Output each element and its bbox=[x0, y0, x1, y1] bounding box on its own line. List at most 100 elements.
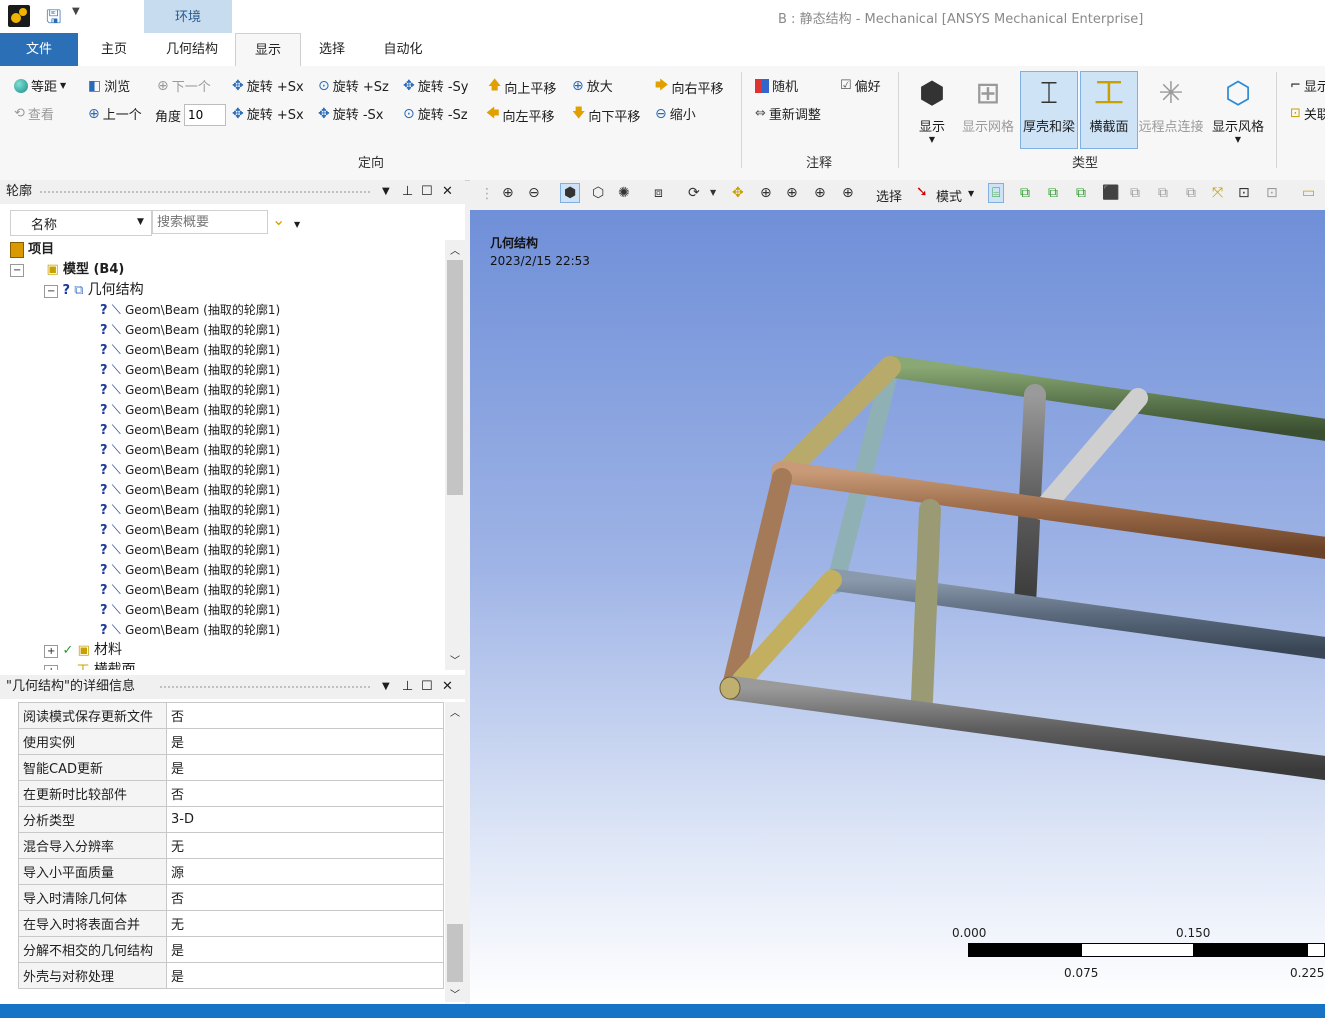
section-icon[interactable]: ⧈ bbox=[654, 185, 663, 201]
beam-member[interactable] bbox=[824, 569, 1325, 660]
tree-item-model[interactable]: − ▣ 模型 (B4) bbox=[10, 260, 124, 280]
window-icon[interactable]: ▭ bbox=[1302, 185, 1315, 201]
zoom-box-icon[interactable]: ⊖ bbox=[528, 185, 540, 201]
wire-cube-icon[interactable]: ⬡ bbox=[592, 185, 604, 201]
view-button[interactable]: ⟲ 查看 bbox=[14, 104, 54, 123]
tree-item-beam[interactable]: ? ⟍ Geom\Beam (抽取的轮廓1) bbox=[100, 320, 280, 340]
graphics-viewport[interactable]: 几何结构 2023/2/15 22:53 0.000 0.150 0.075 0… bbox=[470, 210, 1325, 1004]
tree-item-beam[interactable]: ? ⟍ Geom\Beam (抽取的轮廓1) bbox=[100, 460, 280, 480]
random-colors-button[interactable]: 随机 bbox=[755, 76, 798, 95]
maximize-icon[interactable]: ☐ bbox=[421, 180, 433, 204]
tree-item-beam[interactable]: ? ⟍ Geom\Beam (抽取的轮廓1) bbox=[100, 500, 280, 520]
tab-display[interactable]: 显示 bbox=[235, 33, 301, 68]
tree-item-beam[interactable]: ? ⟍ Geom\Beam (抽取的轮廓1) bbox=[100, 600, 280, 620]
zoom-to-fit-icon[interactable]: ⊕ bbox=[502, 185, 514, 201]
details-row[interactable]: 导入时清除几何体否 bbox=[18, 884, 444, 911]
tree-item-beam[interactable]: ? ⟍ Geom\Beam (抽取的轮廓1) bbox=[100, 380, 280, 400]
details-value[interactable]: 否 bbox=[166, 884, 444, 911]
close-icon[interactable]: ✕ bbox=[442, 180, 453, 204]
details-value[interactable]: 是 bbox=[166, 962, 444, 989]
details-row[interactable]: 智能CAD更新是 bbox=[18, 754, 444, 781]
tree-item-beam[interactable]: ? ⟍ Geom\Beam (抽取的轮廓1) bbox=[100, 540, 280, 560]
details-value[interactable]: 源 bbox=[166, 858, 444, 885]
pan-icon[interactable]: ✥ bbox=[732, 185, 744, 201]
context-tab-environment[interactable]: 环境 bbox=[144, 0, 232, 33]
details-scroll-thumb[interactable] bbox=[447, 924, 463, 982]
collapse-icon[interactable]: − bbox=[44, 285, 59, 298]
tree-item-beam[interactable]: ? ⟍ Geom\Beam (抽取的轮廓1) bbox=[100, 620, 280, 640]
magnifier-icon[interactable]: ⊕ bbox=[842, 185, 854, 201]
outline-scrollbar[interactable]: ︿ ﹀ bbox=[445, 240, 465, 670]
details-row[interactable]: 使用实例是 bbox=[18, 728, 444, 755]
details-value[interactable]: 无 bbox=[166, 910, 444, 937]
chevron-down-icon[interactable]: ▼ bbox=[968, 189, 974, 198]
details-value[interactable]: 否 bbox=[166, 702, 444, 729]
pin-icon[interactable]: ⊥ bbox=[402, 180, 413, 204]
pan-right-button[interactable]: 🡆 向右平移 bbox=[655, 76, 723, 98]
rotate-pos-sx-button[interactable]: ✥ 旋转 +Sx bbox=[232, 76, 304, 96]
details-row[interactable]: 分析类型 3-D bbox=[18, 806, 444, 833]
annotation-icon[interactable]: ⊡ bbox=[1266, 185, 1278, 201]
select-face-icon[interactable]: ⧉ bbox=[1048, 185, 1058, 201]
details-value[interactable]: 3-D bbox=[166, 806, 444, 833]
expand-icon[interactable]: + bbox=[44, 665, 59, 670]
thick-shell-beam-button[interactable]: ⌶ 厚壳和梁 bbox=[1020, 71, 1078, 149]
tree-item-beam[interactable]: ? ⟍ Geom\Beam (抽取的轮廓1) bbox=[100, 520, 280, 540]
remote-point-button[interactable]: ✳ 远程点连接 bbox=[1138, 72, 1204, 148]
tab-geometry[interactable]: 几何结构 bbox=[152, 33, 232, 66]
shaded-cube-icon[interactable]: ⬢ bbox=[560, 183, 581, 203]
mode-dropdown[interactable]: 模式 bbox=[936, 186, 962, 205]
menu-file[interactable]: 文件 bbox=[0, 33, 78, 66]
box-zoom-icon[interactable]: ⊕ bbox=[786, 185, 798, 201]
scroll-up-icon[interactable]: ︿ bbox=[450, 242, 460, 257]
zoom-out-button[interactable]: ⊖ 缩小 bbox=[655, 104, 696, 124]
tree-item-beam[interactable]: ? ⟍ Geom\Beam (抽取的轮廓1) bbox=[100, 480, 280, 500]
tree-item-geometry[interactable]: − ? ⧉ 几何结构 bbox=[44, 280, 144, 300]
previous-view-button[interactable]: ⊕ 上一个 bbox=[88, 104, 142, 124]
tab-home[interactable]: 主页 bbox=[88, 33, 140, 66]
details-row[interactable]: 阅读模式保存更新文件否 bbox=[18, 702, 444, 729]
details-row[interactable]: 导入小平面质量源 bbox=[18, 858, 444, 885]
zoom-in-button[interactable]: ⊕ 放大 bbox=[572, 76, 613, 96]
select-element-icon[interactable]: ⧉ bbox=[1130, 185, 1140, 201]
close-icon[interactable]: ✕ bbox=[442, 675, 453, 699]
beam-member[interactable] bbox=[911, 499, 941, 711]
zoom-icon[interactable]: ⊕ bbox=[760, 185, 772, 201]
rotate-pos-sx-2-button[interactable]: ✥ 旋转 +Sx bbox=[232, 104, 304, 124]
chevron-down-icon[interactable]: ▼ bbox=[294, 220, 300, 229]
display-style-button[interactable]: ⬡ 显示风格 ▼ bbox=[1210, 72, 1266, 148]
pin-icon[interactable]: ⊥ bbox=[402, 675, 413, 699]
scroll-down-icon[interactable]: ﹀ bbox=[450, 986, 460, 1001]
maximize-icon[interactable]: ☐ bbox=[421, 675, 433, 699]
select-mesh-icon[interactable]: ⧉ bbox=[1186, 185, 1196, 201]
tree-item-cross-sections[interactable]: + 工 横截面 bbox=[44, 660, 136, 670]
label-icon[interactable]: ⊡ bbox=[1238, 185, 1250, 201]
filter-select[interactable]: 名称 ▼ bbox=[10, 210, 152, 236]
select-element-face-icon[interactable]: ⧉ bbox=[1158, 185, 1168, 201]
fit-icon[interactable]: ⊕ bbox=[814, 185, 826, 201]
tree-item-beam[interactable]: ? ⟍ Geom\Beam (抽取的轮廓1) bbox=[100, 340, 280, 360]
details-value[interactable]: 是 bbox=[166, 754, 444, 781]
rotate-view-icon[interactable]: ⟳ bbox=[688, 185, 700, 201]
tree-item-project[interactable]: 项目 bbox=[10, 240, 54, 260]
tree-item-beam[interactable]: ? ⟍ Geom\Beam (抽取的轮廓1) bbox=[100, 300, 280, 320]
tab-automation[interactable]: 自动化 bbox=[370, 33, 436, 66]
related-button[interactable]: ⊡ 关联 bbox=[1290, 104, 1325, 123]
outline-scroll-thumb[interactable] bbox=[447, 260, 463, 495]
isometric-button[interactable]: 等距 ▼ bbox=[14, 76, 66, 95]
rotate-neg-sy-button[interactable]: ✥ 旋转 -Sy bbox=[403, 76, 469, 96]
tab-select[interactable]: 选择 bbox=[306, 33, 358, 66]
panel-menu-icon[interactable]: ▼ bbox=[382, 180, 390, 204]
scroll-up-icon[interactable]: ︿ bbox=[450, 704, 460, 719]
display-button[interactable]: ⬢ 显示 ▼ bbox=[904, 72, 960, 148]
save-icon[interactable]: 🖫 bbox=[46, 5, 61, 35]
details-row[interactable]: 外壳与对称处理是 bbox=[18, 962, 444, 989]
expand-icon[interactable]: + bbox=[44, 645, 59, 658]
details-scrollbar[interactable]: ︿ ﹀ bbox=[445, 702, 465, 1002]
rotate-neg-sx-button[interactable]: ✥ 旋转 -Sx bbox=[318, 104, 384, 124]
app-logo-icon[interactable] bbox=[8, 5, 30, 27]
rescale-button[interactable]: ⇔ 重新调整 bbox=[755, 104, 821, 123]
light-icon[interactable]: ✺ bbox=[618, 185, 630, 201]
tree-item-materials[interactable]: + ✓ ▣ 材料 bbox=[44, 640, 122, 660]
rotate-neg-sz-button[interactable]: ⊙ 旋转 -Sz bbox=[403, 104, 468, 124]
